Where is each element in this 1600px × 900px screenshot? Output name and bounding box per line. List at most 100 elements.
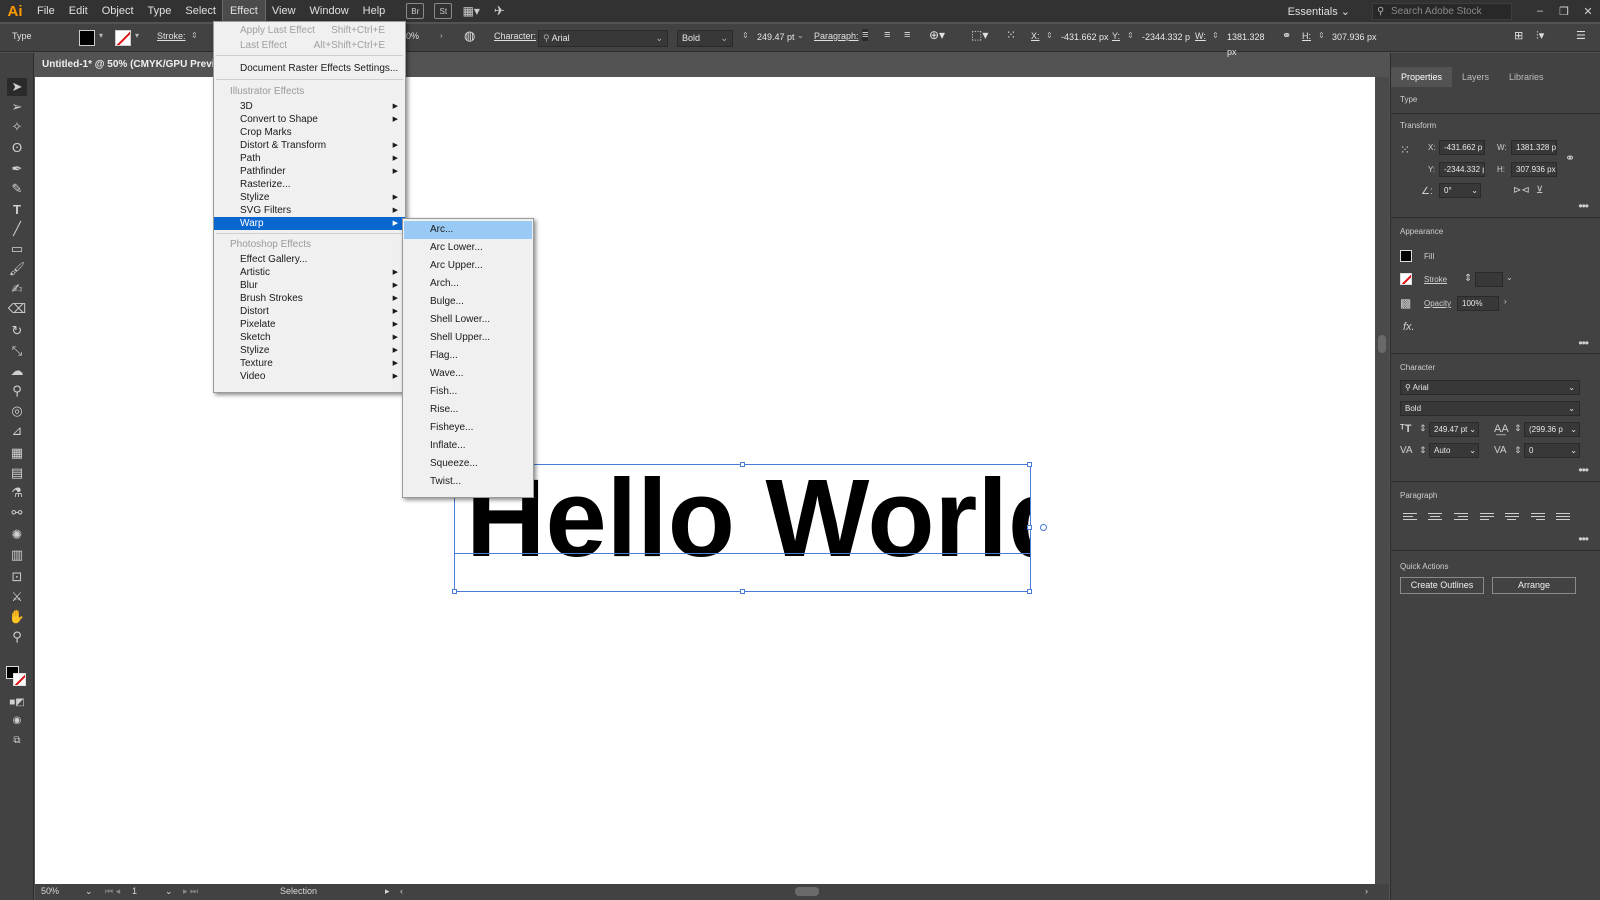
globe-icon[interactable]: ⊕▾: [929, 28, 945, 42]
arrange-button[interactable]: Arrange: [1492, 577, 1576, 594]
warp-fisheye[interactable]: Fisheye...: [404, 419, 532, 437]
align-objects-icon[interactable]: ⬚▾: [971, 28, 988, 42]
link-icon[interactable]: ⚭: [1282, 29, 1291, 42]
chevron-down-icon[interactable]: ⌄: [797, 31, 804, 40]
warp-shell-upper[interactable]: Shell Upper...: [404, 329, 532, 347]
reference-point-icon[interactable]: ⁙: [1400, 143, 1410, 157]
menu-apply-last-effect[interactable]: Apply Last Effect Shift+Ctrl+E: [214, 24, 405, 37]
hand-tool-icon[interactable]: ✋: [7, 608, 27, 626]
minimize-icon[interactable]: –: [1528, 5, 1552, 17]
y-label[interactable]: Y:: [1112, 31, 1120, 41]
width-tool-icon[interactable]: ⚲: [7, 382, 27, 400]
menu-convert-to-shape[interactable]: Convert to Shape ▶: [214, 113, 405, 126]
warp-arc-upper[interactable]: Arc Upper...: [404, 257, 532, 275]
search-adobe-stock-input[interactable]: ⚲ Search Adobe Stock: [1372, 2, 1512, 20]
warp-bulge[interactable]: Bulge...: [404, 293, 532, 311]
more-options-icon[interactable]: •••: [1578, 199, 1589, 213]
align-right-icon[interactable]: ≡: [904, 29, 910, 41]
menu-texture[interactable]: Texture ▶: [214, 357, 405, 370]
gradient-tool-icon[interactable]: ▤: [7, 464, 27, 482]
blend-tool-icon[interactable]: ⚯: [7, 504, 27, 522]
transform-icon[interactable]: ⊞: [1514, 29, 1523, 42]
shaper-tool-icon[interactable]: ✍: [7, 280, 27, 298]
appearance-fill-swatch[interactable]: [1400, 250, 1412, 262]
chevron-right-icon[interactable]: ›: [440, 31, 443, 40]
gpu-rocket-icon[interactable]: ✈: [490, 3, 508, 19]
warp-rise[interactable]: Rise...: [404, 401, 532, 419]
w-field[interactable]: 1381.328 px: [1223, 30, 1275, 57]
stroke-label[interactable]: Stroke: [1424, 275, 1447, 284]
warp-twist[interactable]: Twist...: [404, 473, 532, 491]
x-field[interactable]: -431.662 px: [1057, 30, 1109, 47]
stroke-weight-field[interactable]: [1475, 272, 1503, 287]
chevron-down-icon[interactable]: ⌄: [1506, 273, 1513, 282]
fill-swatch[interactable]: [79, 30, 95, 46]
stepper-icon[interactable]: ⇕: [1419, 423, 1427, 434]
menu-window[interactable]: Window: [303, 0, 356, 22]
constrain-proportions-icon[interactable]: ⚭: [1565, 151, 1575, 165]
handle-bottom-left[interactable]: [452, 589, 457, 594]
pen-tool-icon[interactable]: ✒: [7, 160, 27, 178]
warp-fish[interactable]: Fish...: [404, 383, 532, 401]
stepper-icon[interactable]: ⇕: [1318, 31, 1325, 40]
stepper-icon[interactable]: ⇕: [1419, 445, 1427, 456]
perspective-grid-icon[interactable]: ⊿: [7, 422, 27, 440]
h-label[interactable]: H:: [1302, 31, 1311, 41]
paintbrush-icon[interactable]: 🖌: [7, 260, 27, 278]
eyedropper-icon[interactable]: ⚗: [7, 484, 27, 502]
color-modes-icon[interactable]: ■◩: [7, 693, 27, 711]
workspace-switcher[interactable]: Essentials ⌄: [1288, 5, 1350, 18]
tab-libraries[interactable]: Libraries: [1499, 67, 1554, 87]
font-style-field[interactable]: Bold ⌄: [677, 30, 733, 47]
create-outlines-button[interactable]: Create Outlines: [1400, 577, 1484, 594]
h-field[interactable]: 307.936 px: [1328, 30, 1380, 47]
warp-inflate[interactable]: Inflate...: [404, 437, 532, 455]
warp-shell-lower[interactable]: Shell Lower...: [404, 311, 532, 329]
opacity-label[interactable]: Opacity: [1424, 299, 1451, 308]
panel-h-field[interactable]: 307.936 px: [1511, 162, 1557, 177]
justify-left-icon[interactable]: [1480, 513, 1494, 523]
menu-help[interactable]: Help: [356, 0, 393, 22]
screen-mode-icon[interactable]: ⧉: [7, 731, 27, 749]
align-right-icon[interactable]: [1454, 513, 1468, 523]
justify-center-icon[interactable]: [1505, 513, 1519, 523]
menu-distort-transform[interactable]: Distort & Transform ▶: [214, 139, 405, 152]
reference-point-icon[interactable]: ⁙: [1006, 28, 1016, 42]
more-options-icon[interactable]: •••: [1578, 463, 1589, 477]
graph-tool-icon[interactable]: ▥: [7, 546, 27, 564]
zoom-level[interactable]: 50%: [41, 886, 59, 896]
character-label[interactable]: Character:: [494, 31, 536, 41]
opacity-field[interactable]: 100%: [1457, 296, 1499, 311]
y-field[interactable]: -2344.332 p: [1138, 30, 1194, 47]
handle-top-right[interactable]: [1027, 462, 1032, 467]
tab-layers[interactable]: Layers: [1452, 67, 1499, 87]
stepper-icon[interactable]: ⇕: [1046, 31, 1053, 40]
panel-x-field[interactable]: -431.662 p: [1439, 140, 1485, 155]
mesh-tool-icon[interactable]: ▦: [7, 444, 27, 462]
scroll-left-icon[interactable]: ‹: [400, 886, 403, 896]
draw-mode-icon[interactable]: ◉: [7, 711, 27, 729]
handle-bottom-right[interactable]: [1027, 589, 1032, 594]
menu-document-raster-effects-settings[interactable]: Document Raster Effects Settings...: [214, 62, 405, 75]
flip-horizontal-icon[interactable]: ⊳⊲: [1513, 185, 1530, 196]
align-center-icon[interactable]: [1428, 513, 1442, 523]
recolor-icon[interactable]: ◍: [464, 28, 475, 44]
chevron-right-icon[interactable]: ›: [1504, 297, 1507, 306]
curvature-tool-icon[interactable]: ✎: [7, 180, 27, 198]
justify-all-icon[interactable]: [1556, 513, 1570, 523]
slice-tool-icon[interactable]: ⚔: [7, 588, 27, 606]
chevron-down-icon[interactable]: ▾: [99, 31, 103, 40]
warp-flag[interactable]: Flag...: [404, 347, 532, 365]
appearance-stroke-swatch[interactable]: [1400, 273, 1412, 285]
align-center-icon[interactable]: ≡: [884, 29, 890, 41]
menu-path[interactable]: Path ▶: [214, 152, 405, 165]
warp-arc-lower[interactable]: Arc Lower...: [404, 239, 532, 257]
text-bounding-box[interactable]: [454, 464, 1031, 592]
arrange-icon[interactable]: ⫶▾: [1536, 29, 1544, 43]
menu-blur[interactable]: Blur ▶: [214, 279, 405, 292]
menu-view[interactable]: View: [265, 0, 303, 22]
more-options-icon[interactable]: •••: [1578, 336, 1589, 350]
panel-w-field[interactable]: 1381.328 p: [1511, 140, 1557, 155]
panel-font-size-field[interactable]: 249.47 pt ⌄: [1429, 422, 1479, 437]
menu-sketch[interactable]: Sketch ▶: [214, 331, 405, 344]
